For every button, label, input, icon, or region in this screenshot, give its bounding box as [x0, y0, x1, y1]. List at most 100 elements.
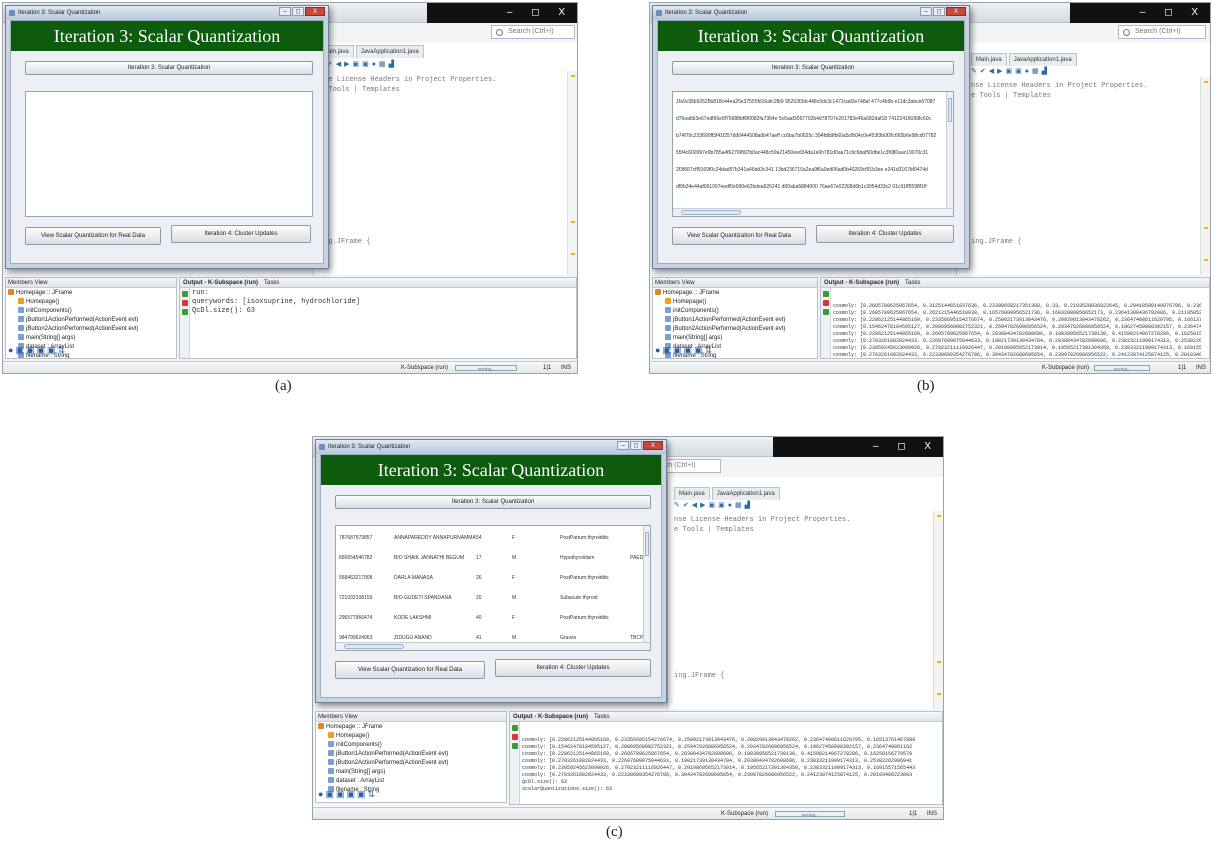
member-item[interactable]: Homepage :: JFrame: [8, 289, 174, 298]
member-item[interactable]: main(String[] args): [318, 768, 504, 777]
member-item[interactable]: Homepage :: JFrame: [318, 723, 504, 732]
output-tabs[interactable]: Output - K-Subspace (run) Tasks: [510, 712, 942, 722]
members-header: Members View: [6, 278, 176, 288]
members-filter-icons[interactable]: ●▣▣▣▣⇅: [655, 345, 714, 356]
member-item[interactable]: initComponents(): [318, 741, 504, 750]
table-row[interactable]: 666654546782 B/O SHAIK JANNATHI BEGUM 17 M H…: [336, 548, 650, 568]
member-item[interactable]: jButton2ActionPerformed(ActionEvent evt): [318, 759, 504, 768]
tab-output[interactable]: Output - K-Subspace (run): [513, 714, 588, 720]
iteration3-button[interactable]: Iteration 3: Scalar Quantization: [672, 61, 954, 75]
maximize-button[interactable]: ◻: [292, 7, 304, 16]
tab-output[interactable]: Output - K-Subspace (run): [183, 280, 258, 286]
iteration4-button[interactable]: Iteration 4: Cluster Updates: [171, 225, 311, 243]
window-controls[interactable]: – ◻ X: [1140, 3, 1206, 23]
code-editor[interactable]: Main.java JavaApplication1.java ✎✔◀▶▣▣●▦▟…: [667, 477, 943, 709]
members-filter-icons[interactable]: ●▣▣▣▣⇅: [8, 345, 67, 356]
code-editor[interactable]: Main.java JavaApplication1.java ✎✔◀▶▣▣●▦▟…: [313, 43, 577, 275]
member-item[interactable]: jButton2ActionPerformed(ActionEvent evt): [8, 325, 174, 334]
vertical-scrollbar[interactable]: [946, 92, 953, 208]
code-line: e Tools | Templates: [674, 526, 754, 534]
page-title: Iteration 3: Scalar Quantization: [321, 455, 661, 485]
close-button[interactable]: X: [305, 7, 325, 16]
member-item[interactable]: Homepage(): [655, 298, 815, 307]
minimize-button[interactable]: –: [920, 7, 932, 16]
member-item[interactable]: initComponents(): [655, 307, 815, 316]
code-line: e Tools | Templates: [320, 86, 400, 94]
output-tabs[interactable]: Output - K-Subspace (run) Tasks: [180, 278, 576, 288]
window-controls[interactable]: – ◻ X: [507, 3, 573, 23]
member-item[interactable]: jButton1ActionPerformed(ActionEvent evt): [655, 316, 815, 325]
member-item[interactable]: jButton1ActionPerformed(ActionEvent evt): [8, 316, 174, 325]
output-side-toolbar[interactable]: [510, 722, 520, 804]
maximize-button[interactable]: ◻: [933, 7, 945, 16]
hex-result-area[interactable]: 1fa9c95b92628b818c44ea25e37555fd16afc2fb…: [672, 91, 954, 217]
editor-toolbar-icons[interactable]: ✎✔◀▶▣▣●▦▟: [971, 67, 1050, 77]
tab-main[interactable]: Main.java: [971, 53, 1007, 66]
tab-tasks[interactable]: Tasks: [905, 280, 920, 286]
hex-line: 1fa9c95b92628b818c44ea25e37555fd16afc2fb…: [676, 99, 936, 105]
close-button[interactable]: X: [643, 441, 663, 450]
member-item[interactable]: main(String[] args): [8, 334, 174, 343]
member-item[interactable]: jButton1ActionPerformed(ActionEvent evt): [318, 750, 504, 759]
window-controls[interactable]: – ◻ X: [873, 437, 939, 457]
table-row[interactable]: 721032108159 B/O GUDETI SPANDANA 20 M Subacu…: [336, 588, 650, 608]
iteration4-button[interactable]: Iteration 4: Cluster Updates: [495, 659, 651, 677]
editor-toolbar-icons[interactable]: ✎✔◀▶▣▣●▦▟: [674, 501, 753, 511]
real-data-button[interactable]: View Scalar Quantization for Real Data: [25, 227, 161, 245]
tab-tasks[interactable]: Tasks: [264, 280, 279, 286]
vertical-scrollbar[interactable]: [643, 526, 650, 642]
member-item[interactable]: jButton2ActionPerformed(ActionEvent evt): [655, 325, 815, 334]
member-item[interactable]: Homepage :: JFrame: [655, 289, 815, 298]
maximize-button[interactable]: ◻: [630, 441, 642, 450]
editor-right-ruler: [567, 71, 577, 275]
code-editor[interactable]: Main.java JavaApplication1.java ✎✔◀▶▣▣●▦▟…: [956, 43, 1210, 275]
real-data-button[interactable]: View Scalar Quantization for Real Data: [335, 661, 485, 679]
horizontal-scrollbar[interactable]: [673, 208, 953, 216]
iteration3-button[interactable]: Iteration 3: Scalar Quantization: [335, 495, 651, 509]
table-row[interactable]: 568463217908 DARLA MANASA 26 F PostPartum th…: [336, 568, 650, 588]
tab-output[interactable]: Output - K-Subspace (run): [824, 280, 899, 286]
close-button[interactable]: X: [946, 7, 966, 16]
patient-table-area[interactable]: 787687573857 ANNAPAREDDY ANNAPURNAMMA 54 F P…: [335, 525, 651, 651]
iteration4-button[interactable]: Iteration 4: Cluster Updates: [816, 225, 954, 243]
hex-line: df0b34e44af061097eedf0e990e62bdea626241 …: [676, 184, 927, 190]
app-window-buttons[interactable]: – ◻ X: [278, 7, 325, 18]
tab-javaapplication1[interactable]: JavaApplication1.java: [711, 487, 780, 500]
output-side-toolbar[interactable]: [180, 288, 190, 358]
output-tabs[interactable]: Output - K-Subspace (run) Tasks: [821, 278, 1209, 288]
member-item[interactable]: Homepage(): [318, 732, 504, 741]
member-item[interactable]: dataset : ArrayList: [318, 777, 504, 786]
table-row[interactable]: 787687573857 ANNAPAREDDY ANNAPURNAMMA 54 F P…: [336, 528, 650, 548]
tab-main[interactable]: Main.java: [674, 487, 710, 500]
editor-tabs[interactable]: Main.java JavaApplication1.java: [674, 487, 782, 500]
member-item[interactable]: main(String[] args): [655, 334, 815, 343]
table-cell: Hypothyroidism: [560, 555, 595, 561]
members-filter-icons[interactable]: ●▣▣▣▣⇅: [318, 789, 377, 800]
field-icon: [328, 777, 334, 784]
iteration3-button[interactable]: Iteration 3: Scalar Quantization: [25, 61, 313, 75]
minimize-button[interactable]: –: [617, 441, 629, 450]
search-input[interactable]: Search (Ctrl+I): [1118, 25, 1206, 39]
table-row[interactable]: 296577966474 KODE LAKSHMI 40 F PostPartum th…: [336, 608, 650, 628]
real-data-button[interactable]: View Scalar Quantization for Real Data: [672, 227, 806, 245]
window-titlebar-dark: – ◻ X: [427, 3, 577, 23]
member-item[interactable]: initComponents(): [8, 307, 174, 316]
table-cell: F: [512, 615, 516, 621]
app-window-buttons[interactable]: – ◻ X: [919, 7, 966, 18]
editor-tabs[interactable]: Main.java JavaApplication1.java: [971, 53, 1079, 66]
code-line: ing.JFrame {: [971, 238, 1022, 246]
result-area[interactable]: [25, 91, 313, 217]
editor-toolbar-icons[interactable]: ✎✔◀▶▣▣●▦▟: [318, 60, 397, 70]
tab-javaapplication1[interactable]: JavaApplication1.java: [355, 45, 424, 58]
member-item[interactable]: Homepage(): [8, 298, 174, 307]
status-progress: running...: [1094, 365, 1150, 371]
table-cell: 568463217908: [339, 575, 373, 581]
search-input[interactable]: Search (Ctrl+I): [491, 25, 575, 39]
app-window-buttons[interactable]: – ◻ X: [616, 441, 663, 452]
tab-javaapplication1[interactable]: JavaApplication1.java: [1008, 53, 1077, 66]
tab-tasks[interactable]: Tasks: [594, 714, 609, 720]
editor-tabs[interactable]: Main.java JavaApplication1.java: [318, 45, 426, 58]
horizontal-scrollbar[interactable]: [336, 642, 650, 650]
minimize-button[interactable]: –: [279, 7, 291, 16]
output-side-toolbar[interactable]: [821, 288, 831, 358]
